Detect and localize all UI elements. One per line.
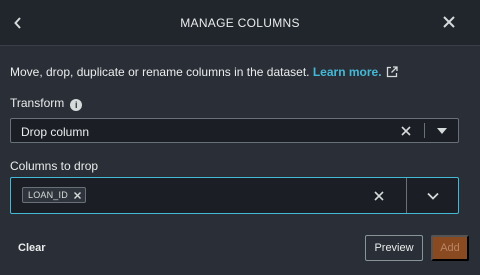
external-link-icon[interactable] <box>386 66 398 78</box>
close-icon <box>401 126 411 136</box>
close-icon <box>443 16 455 28</box>
transform-select-value: Drop column <box>21 125 90 139</box>
transform-label: Transform i <box>10 96 83 111</box>
add-button[interactable]: Add <box>431 235 469 261</box>
token-remove-button[interactable] <box>73 191 81 199</box>
close-button[interactable] <box>440 12 458 32</box>
preview-button[interactable]: Preview <box>365 235 423 261</box>
caret-down-icon <box>437 128 447 134</box>
columns-to-drop-label: Columns to drop <box>10 159 99 173</box>
transform-dropdown-button[interactable] <box>434 124 450 138</box>
chevron-down-icon <box>427 192 439 200</box>
column-token: LOAN_ID <box>22 187 86 203</box>
page-title: MANAGE COLUMNS <box>180 16 300 30</box>
panel-header: MANAGE COLUMNS <box>0 0 480 46</box>
transform-label-text: Transform <box>10 96 65 110</box>
select-divider <box>424 123 425 138</box>
transform-clear-button[interactable] <box>399 124 413 138</box>
learn-more-link[interactable]: Learn more. <box>313 65 382 79</box>
select-divider <box>406 178 407 213</box>
close-icon <box>73 191 81 199</box>
description-text: Move, drop, duplicate or rename columns … <box>10 65 313 79</box>
transform-select[interactable]: Drop column <box>10 118 459 143</box>
info-icon[interactable]: i <box>70 99 83 111</box>
description: Move, drop, duplicate or rename columns … <box>10 65 398 79</box>
columns-dropdown-button[interactable] <box>423 189 443 203</box>
token-label: LOAN_ID <box>28 190 68 200</box>
columns-multiselect[interactable]: LOAN_ID <box>10 177 459 214</box>
close-icon <box>374 191 384 201</box>
clear-button[interactable]: Clear <box>18 242 46 254</box>
columns-clear-button[interactable] <box>372 189 386 203</box>
